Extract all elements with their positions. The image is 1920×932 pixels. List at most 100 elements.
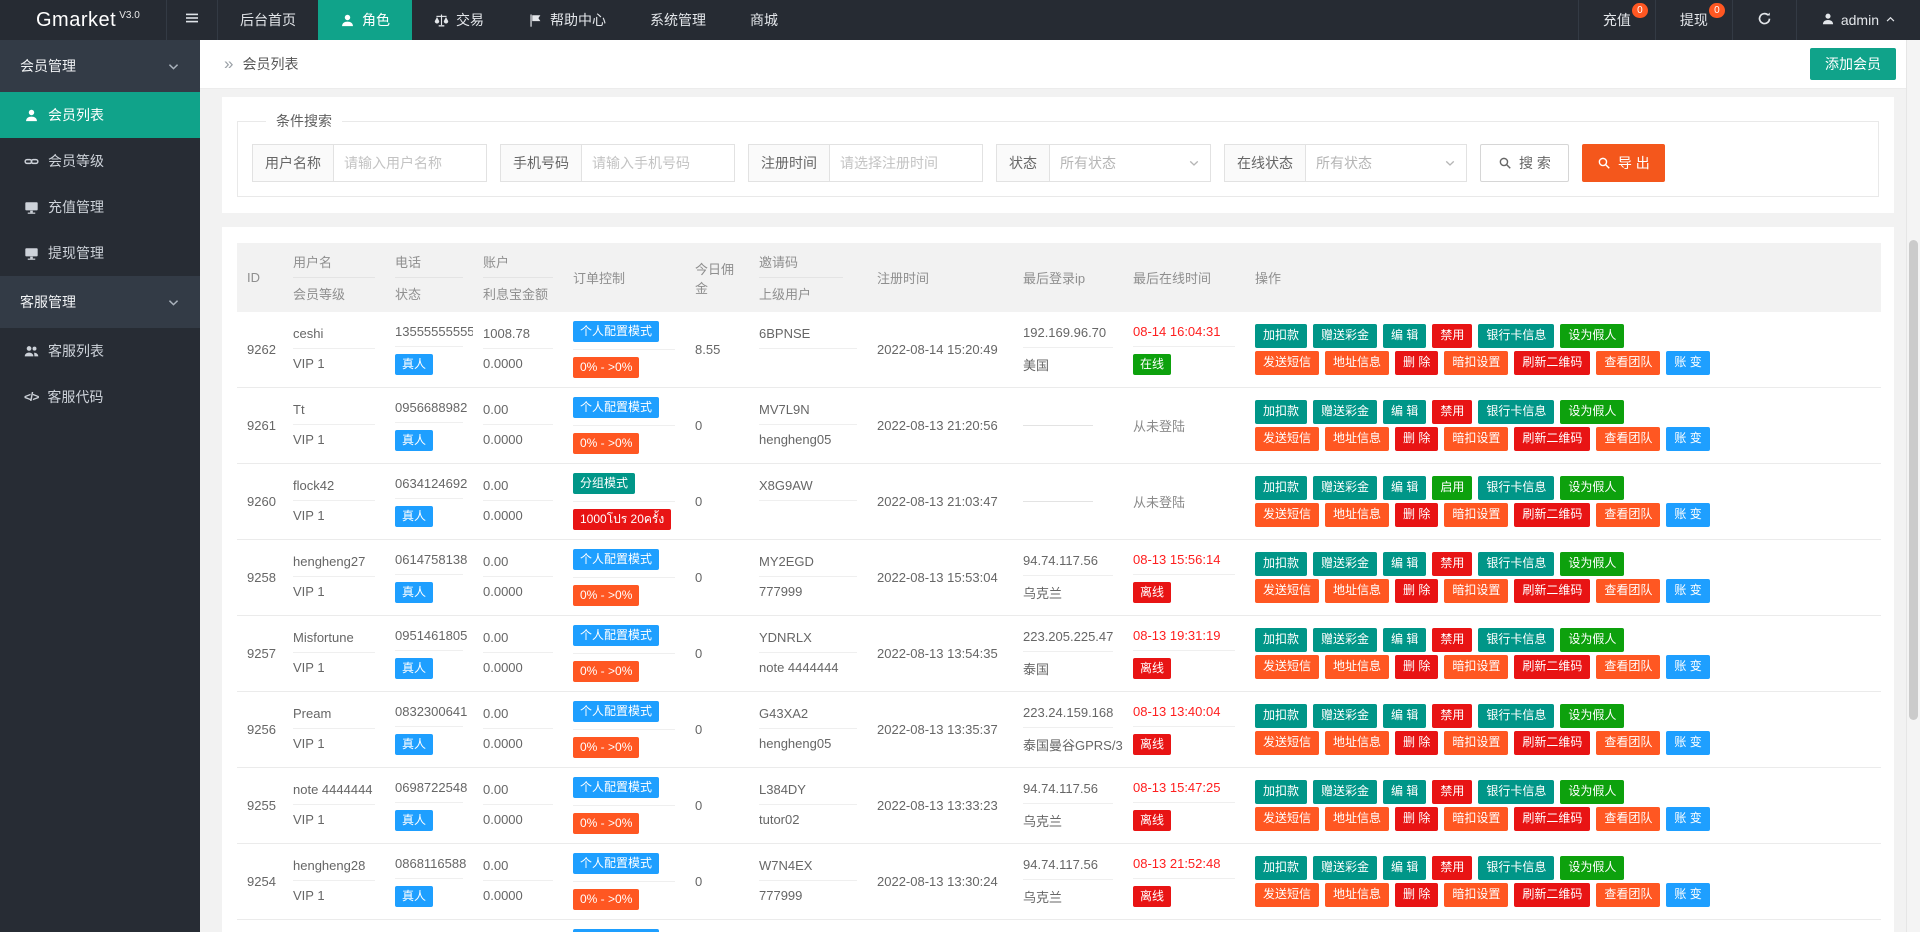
refresh-qrcode-button[interactable]: 刷新二维码 <box>1514 579 1590 603</box>
toggle-enable-button[interactable]: 禁用 <box>1432 856 1472 880</box>
sidebar-item-member-list[interactable]: 会员列表 <box>0 92 200 138</box>
add-member-button[interactable]: 添加会员 <box>1810 48 1896 80</box>
set-fake-button[interactable]: 设为假人 <box>1560 400 1624 424</box>
account-change-button[interactable]: 账 变 <box>1666 427 1709 451</box>
edit-button[interactable]: 编 辑 <box>1383 552 1426 576</box>
gift-bonus-button[interactable]: 赠送彩金 <box>1313 476 1377 500</box>
send-sms-button[interactable]: 发送短信 <box>1255 731 1319 755</box>
view-team-button[interactable]: 查看团队 <box>1596 503 1660 527</box>
address-info-button[interactable]: 地址信息 <box>1325 579 1389 603</box>
toggle-enable-button[interactable]: 禁用 <box>1432 552 1472 576</box>
account-change-button[interactable]: 账 变 <box>1666 807 1709 831</box>
set-fake-button[interactable]: 设为假人 <box>1560 780 1624 804</box>
recharge-menu-item[interactable]: 充值 0 <box>1578 0 1655 40</box>
gift-bonus-button[interactable]: 赠送彩金 <box>1313 856 1377 880</box>
vertical-scrollbar[interactable] <box>1906 40 1920 932</box>
view-team-button[interactable]: 查看团队 <box>1596 883 1660 907</box>
search-button[interactable]: 搜 索 <box>1480 144 1569 182</box>
address-info-button[interactable]: 地址信息 <box>1325 427 1389 451</box>
address-info-button[interactable]: 地址信息 <box>1325 351 1389 375</box>
refresh-qrcode-button[interactable]: 刷新二维码 <box>1514 883 1590 907</box>
phone-input[interactable] <box>582 145 734 181</box>
view-team-button[interactable]: 查看团队 <box>1596 351 1660 375</box>
address-info-button[interactable]: 地址信息 <box>1325 731 1389 755</box>
sidebar-item-recharge-management[interactable]: 充值管理 <box>0 184 200 230</box>
account-change-button[interactable]: 账 变 <box>1666 579 1709 603</box>
send-sms-button[interactable]: 发送短信 <box>1255 579 1319 603</box>
account-change-button[interactable]: 账 变 <box>1666 731 1709 755</box>
send-sms-button[interactable]: 发送短信 <box>1255 807 1319 831</box>
view-team-button[interactable]: 查看团队 <box>1596 731 1660 755</box>
sidebar-group-customer-service-management[interactable]: 客服管理 <box>0 276 200 328</box>
hidden-deduct-button[interactable]: 暗扣设置 <box>1444 427 1508 451</box>
address-info-button[interactable]: 地址信息 <box>1325 883 1389 907</box>
bank-card-info-button[interactable]: 银行卡信息 <box>1478 856 1554 880</box>
send-sms-button[interactable]: 发送短信 <box>1255 503 1319 527</box>
view-team-button[interactable]: 查看团队 <box>1596 655 1660 679</box>
sidebar-group-member-management[interactable]: 会员管理 <box>0 40 200 92</box>
address-info-button[interactable]: 地址信息 <box>1325 655 1389 679</box>
toggle-enable-button[interactable]: 禁用 <box>1432 628 1472 652</box>
view-team-button[interactable]: 查看团队 <box>1596 579 1660 603</box>
scrollbar-thumb[interactable] <box>1909 240 1918 720</box>
gift-bonus-button[interactable]: 赠送彩金 <box>1313 704 1377 728</box>
nav-item-mall[interactable]: 商城 <box>728 0 800 40</box>
delete-button[interactable]: 删 除 <box>1395 503 1438 527</box>
gift-bonus-button[interactable]: 赠送彩金 <box>1313 628 1377 652</box>
refresh-qrcode-button[interactable]: 刷新二维码 <box>1514 351 1590 375</box>
delete-button[interactable]: 删 除 <box>1395 883 1438 907</box>
account-change-button[interactable]: 账 变 <box>1666 351 1709 375</box>
send-sms-button[interactable]: 发送短信 <box>1255 427 1319 451</box>
hidden-deduct-button[interactable]: 暗扣设置 <box>1444 503 1508 527</box>
bank-card-info-button[interactable]: 银行卡信息 <box>1478 400 1554 424</box>
account-change-button[interactable]: 账 变 <box>1666 503 1709 527</box>
bank-card-info-button[interactable]: 银行卡信息 <box>1478 552 1554 576</box>
view-team-button[interactable]: 查看团队 <box>1596 807 1660 831</box>
add-deduct-button[interactable]: 加扣款 <box>1255 324 1307 348</box>
refresh-qrcode-button[interactable]: 刷新二维码 <box>1514 731 1590 755</box>
refresh-button[interactable] <box>1732 0 1796 40</box>
account-change-button[interactable]: 账 变 <box>1666 655 1709 679</box>
export-button[interactable]: 导 出 <box>1582 144 1665 182</box>
toggle-enable-button[interactable]: 禁用 <box>1432 704 1472 728</box>
reg-time-input[interactable] <box>830 145 982 181</box>
online-status-select[interactable]: 所有状态 <box>1306 145 1466 181</box>
bank-card-info-button[interactable]: 银行卡信息 <box>1478 704 1554 728</box>
gift-bonus-button[interactable]: 赠送彩金 <box>1313 552 1377 576</box>
send-sms-button[interactable]: 发送短信 <box>1255 351 1319 375</box>
send-sms-button[interactable]: 发送短信 <box>1255 883 1319 907</box>
nav-item-system[interactable]: 系统管理 <box>628 0 728 40</box>
toggle-enable-button[interactable]: 禁用 <box>1432 400 1472 424</box>
refresh-qrcode-button[interactable]: 刷新二维码 <box>1514 655 1590 679</box>
sidebar-item-cs-list[interactable]: 客服列表 <box>0 328 200 374</box>
add-deduct-button[interactable]: 加扣款 <box>1255 552 1307 576</box>
set-fake-button[interactable]: 设为假人 <box>1560 324 1624 348</box>
send-sms-button[interactable]: 发送短信 <box>1255 655 1319 679</box>
nav-item-home[interactable]: 后台首页 <box>218 0 318 40</box>
username-input[interactable] <box>334 145 486 181</box>
address-info-button[interactable]: 地址信息 <box>1325 807 1389 831</box>
edit-button[interactable]: 编 辑 <box>1383 856 1426 880</box>
hidden-deduct-button[interactable]: 暗扣设置 <box>1444 731 1508 755</box>
sidebar-item-cs-code[interactable]: </>客服代码 <box>0 374 200 420</box>
sidebar-item-withdraw-management[interactable]: 提现管理 <box>0 230 200 276</box>
bank-card-info-button[interactable]: 银行卡信息 <box>1478 476 1554 500</box>
set-fake-button[interactable]: 设为假人 <box>1560 552 1624 576</box>
refresh-qrcode-button[interactable]: 刷新二维码 <box>1514 807 1590 831</box>
set-fake-button[interactable]: 设为假人 <box>1560 628 1624 652</box>
hidden-deduct-button[interactable]: 暗扣设置 <box>1444 351 1508 375</box>
toggle-enable-button[interactable]: 启用 <box>1432 476 1472 500</box>
refresh-qrcode-button[interactable]: 刷新二维码 <box>1514 503 1590 527</box>
address-info-button[interactable]: 地址信息 <box>1325 503 1389 527</box>
delete-button[interactable]: 删 除 <box>1395 807 1438 831</box>
add-deduct-button[interactable]: 加扣款 <box>1255 704 1307 728</box>
hidden-deduct-button[interactable]: 暗扣设置 <box>1444 807 1508 831</box>
add-deduct-button[interactable]: 加扣款 <box>1255 780 1307 804</box>
edit-button[interactable]: 编 辑 <box>1383 704 1426 728</box>
status-select[interactable]: 所有状态 <box>1050 145 1210 181</box>
nav-item-trade[interactable]: 交易 <box>412 0 506 40</box>
add-deduct-button[interactable]: 加扣款 <box>1255 856 1307 880</box>
delete-button[interactable]: 删 除 <box>1395 351 1438 375</box>
bank-card-info-button[interactable]: 银行卡信息 <box>1478 628 1554 652</box>
delete-button[interactable]: 删 除 <box>1395 655 1438 679</box>
